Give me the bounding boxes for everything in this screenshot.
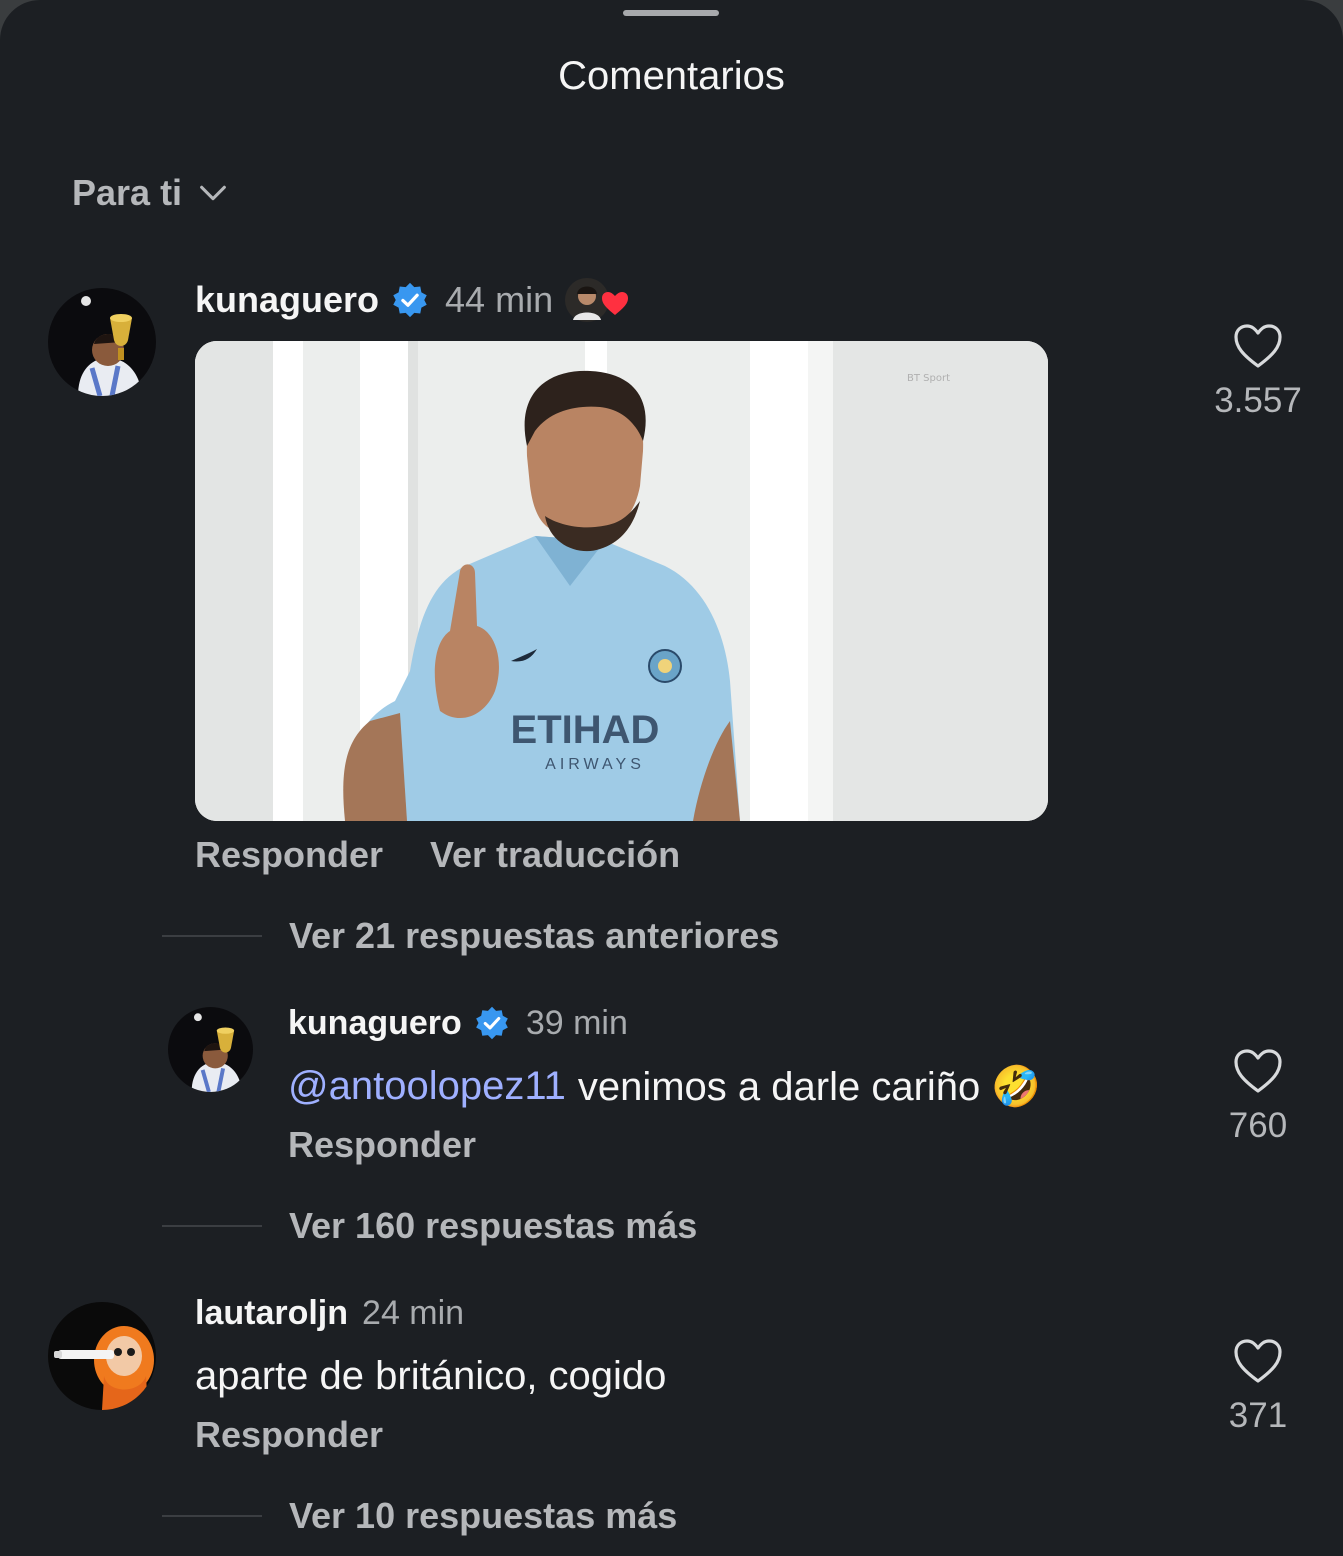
thread-line [162, 1225, 262, 1227]
gif-watermark: BT Sport [907, 373, 950, 384]
sort-dropdown[interactable]: Para ti [72, 172, 230, 214]
avatar-kunaguero[interactable] [48, 288, 156, 396]
like-column: 3.557 [1198, 323, 1318, 421]
reply-time: 39 min [525, 1003, 628, 1042]
reply-text: @antoolopez11 venimos a darle cariño 🤣 [288, 1060, 1041, 1112]
view-previous-replies-button[interactable]: Ver 21 respuestas anteriores [162, 915, 779, 957]
replies-toggle-label: Ver 10 respuestas más [289, 1495, 678, 1536]
mention-link[interactable]: @antoolopez11 [288, 1064, 566, 1109]
reply-button[interactable]: Responder [288, 1124, 476, 1166]
reply-button[interactable]: Responder [195, 834, 383, 876]
author-liked-indicator [565, 276, 635, 324]
drag-handle[interactable] [623, 10, 719, 16]
verified-badge-icon [475, 1006, 508, 1040]
gif-shirt-sub: AIRWAYS [545, 756, 645, 773]
thread-line [162, 1515, 262, 1517]
like-count: 371 [1228, 1396, 1288, 1435]
gif-image: BT Sport ETIHAD AIRWAYS [195, 341, 1048, 821]
comment-header: kunaguero 44 min [195, 276, 635, 324]
heart-icon[interactable] [1233, 1338, 1283, 1386]
username[interactable]: kunaguero [195, 279, 379, 321]
like-column: 371 [1198, 1338, 1318, 1436]
gif-shirt-sponsor: ETIHAD [511, 708, 660, 752]
comment-header: lautaroljn 24 min [195, 1290, 464, 1336]
verified-badge-icon [393, 282, 427, 318]
avatar-kunaguero[interactable] [168, 1007, 253, 1092]
sheet-title: Comentarios [558, 54, 785, 98]
reply-button[interactable]: Responder [195, 1414, 383, 1456]
replies-toggle-label: Ver 160 respuestas más [289, 1205, 698, 1246]
comment-gif[interactable]: BT Sport ETIHAD AIRWAYS [195, 341, 1048, 821]
sort-label: Para ti [72, 172, 183, 213]
comment-time: 24 min [362, 1293, 465, 1332]
see-translation-button[interactable]: Ver traducción [430, 834, 680, 876]
username[interactable]: kunaguero [288, 1004, 462, 1043]
reply-header: kunaguero 39 min [288, 1000, 628, 1046]
view-more-replies-button[interactable]: Ver 160 respuestas más [162, 1205, 697, 1247]
author-avatar-heart-icon [565, 278, 629, 322]
thread-line [162, 935, 262, 937]
heart-icon[interactable] [1233, 323, 1283, 371]
like-count: 3.557 [1214, 381, 1302, 420]
reply-body: venimos a darle cariño 🤣 [577, 1064, 1042, 1109]
like-column: 760 [1198, 1048, 1318, 1146]
replies-toggle-label: Ver 21 respuestas anteriores [289, 915, 780, 956]
comments-sheet: Comentarios Para ti kunaguero 44 min BT … [0, 0, 1343, 1556]
like-count: 760 [1228, 1106, 1288, 1145]
comment-time: 44 min [445, 279, 554, 320]
avatar-lautaroljn[interactable] [48, 1302, 156, 1410]
username[interactable]: lautaroljn [195, 1294, 348, 1333]
chevron-down-icon [200, 185, 226, 201]
heart-icon[interactable] [1233, 1048, 1283, 1096]
view-more-replies-button[interactable]: Ver 10 respuestas más [162, 1495, 677, 1537]
comment-text: aparte de británico, cogido [195, 1353, 667, 1398]
